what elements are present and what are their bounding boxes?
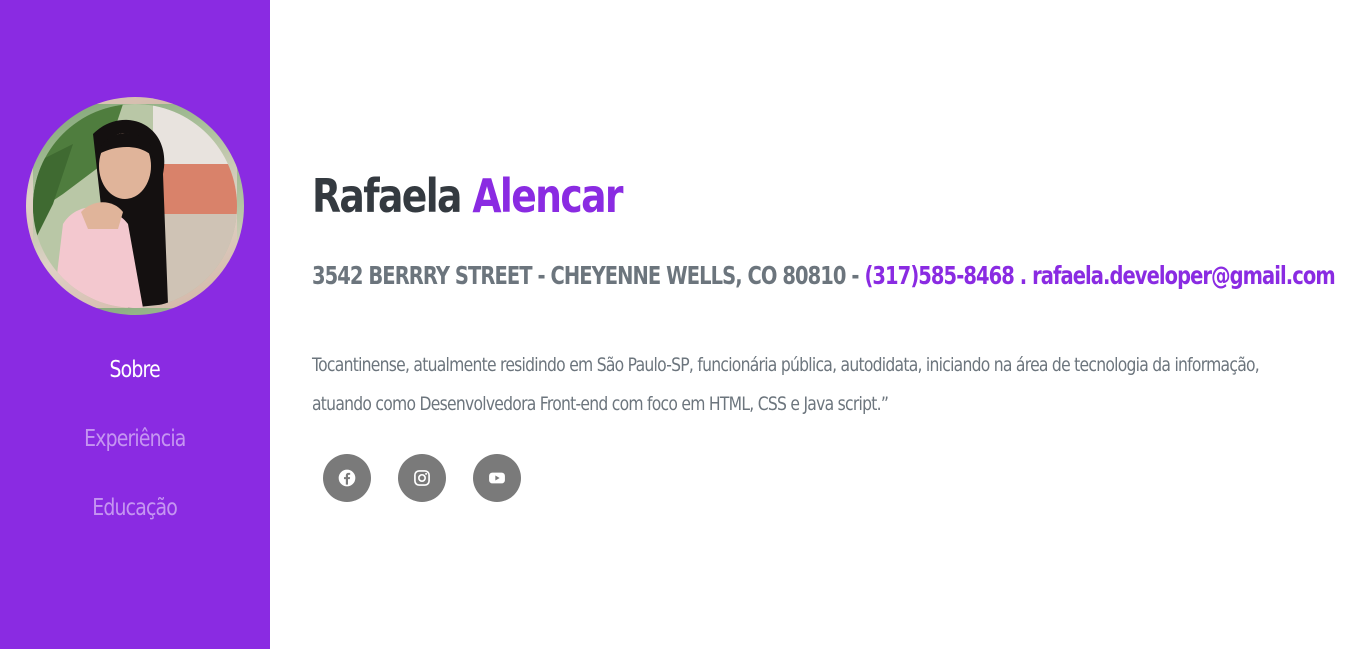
facebook-button[interactable] <box>323 454 371 502</box>
instagram-button[interactable] <box>398 454 446 502</box>
page: Sobre Experiência Educação Rafaela Alenc… <box>0 0 1363 649</box>
sidebar: Sobre Experiência Educação <box>0 0 270 649</box>
nav-item-experiencia[interactable]: Experiência <box>84 422 186 491</box>
first-name: Rafaela <box>312 169 462 223</box>
avatar <box>26 97 244 315</box>
youtube-icon <box>489 472 505 484</box>
sidebar-nav: Sobre Experiência Educação <box>73 353 197 560</box>
phone[interactable]: (317)585-8468 <box>864 261 1014 290</box>
page-title: Rafaela Alencar <box>312 166 1363 226</box>
bio-text: Tocantinense, atualmente residindo em Sã… <box>312 354 1260 415</box>
nav-item-sobre[interactable]: Sobre <box>110 353 161 422</box>
contact-separator: . <box>1019 261 1027 290</box>
social-links <box>323 454 1363 502</box>
email-link[interactable]: rafaela.developer@gmail.com <box>1032 261 1336 290</box>
youtube-button[interactable] <box>473 454 521 502</box>
last-name: Alencar <box>472 169 623 223</box>
facebook-icon <box>338 469 356 487</box>
address: 3542 BERRRY STREET - CHEYENNE WELLS, CO … <box>312 261 860 290</box>
profile-photo <box>33 104 237 308</box>
instagram-icon <box>414 470 430 486</box>
contact-line: 3542 BERRRY STREET - CHEYENNE WELLS, CO … <box>312 258 1336 294</box>
main-content: Rafaela Alencar 3542 BERRRY STREET - CHE… <box>270 0 1363 649</box>
nav-item-educacao[interactable]: Educação <box>93 491 178 560</box>
